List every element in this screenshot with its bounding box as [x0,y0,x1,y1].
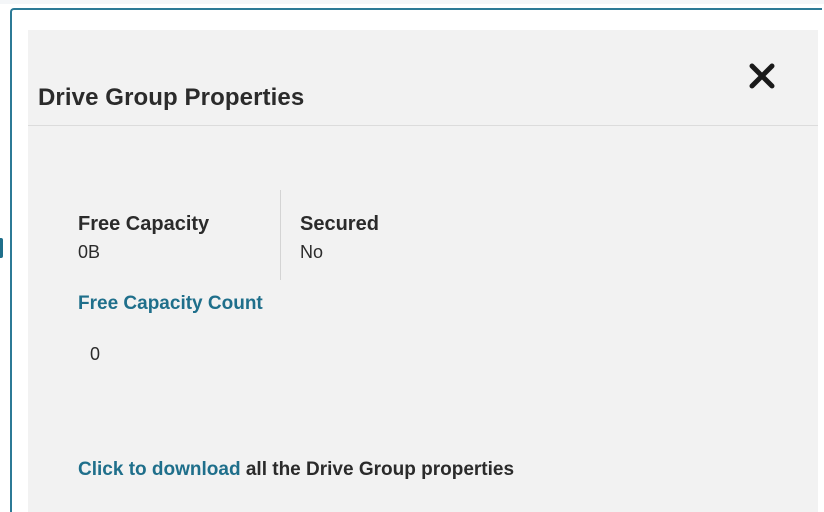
secured-property: Secured No [300,212,379,264]
download-row: Click to download all the Drive Group pr… [78,458,514,482]
download-link[interactable]: Click to download [78,459,241,480]
free-capacity-count-label: Free Capacity Count [78,293,263,314]
close-icon [749,63,775,89]
backdrop-edge-marker [0,238,3,258]
free-capacity-label: Free Capacity [78,213,210,235]
dialog-panel: Drive Group Properties Free Capacity 0B … [28,30,818,512]
dialog-header: Drive Group Properties [28,30,818,126]
secured-label: Secured [300,213,379,235]
backdrop-strip [0,0,824,4]
free-capacity-property: Free Capacity 0B [78,212,209,264]
secured-value: No [300,242,324,262]
properties-section: Free Capacity 0B Secured No [78,190,778,280]
property-divider [280,190,281,280]
drive-group-properties-dialog: Drive Group Properties Free Capacity 0B … [10,8,822,512]
download-description: all the Drive Group properties [245,459,515,480]
close-button[interactable] [742,56,782,96]
dialog-title: Drive Group Properties [38,84,305,111]
free-capacity-count-value: 0 [90,344,101,364]
free-capacity-value: 0B [78,242,101,262]
